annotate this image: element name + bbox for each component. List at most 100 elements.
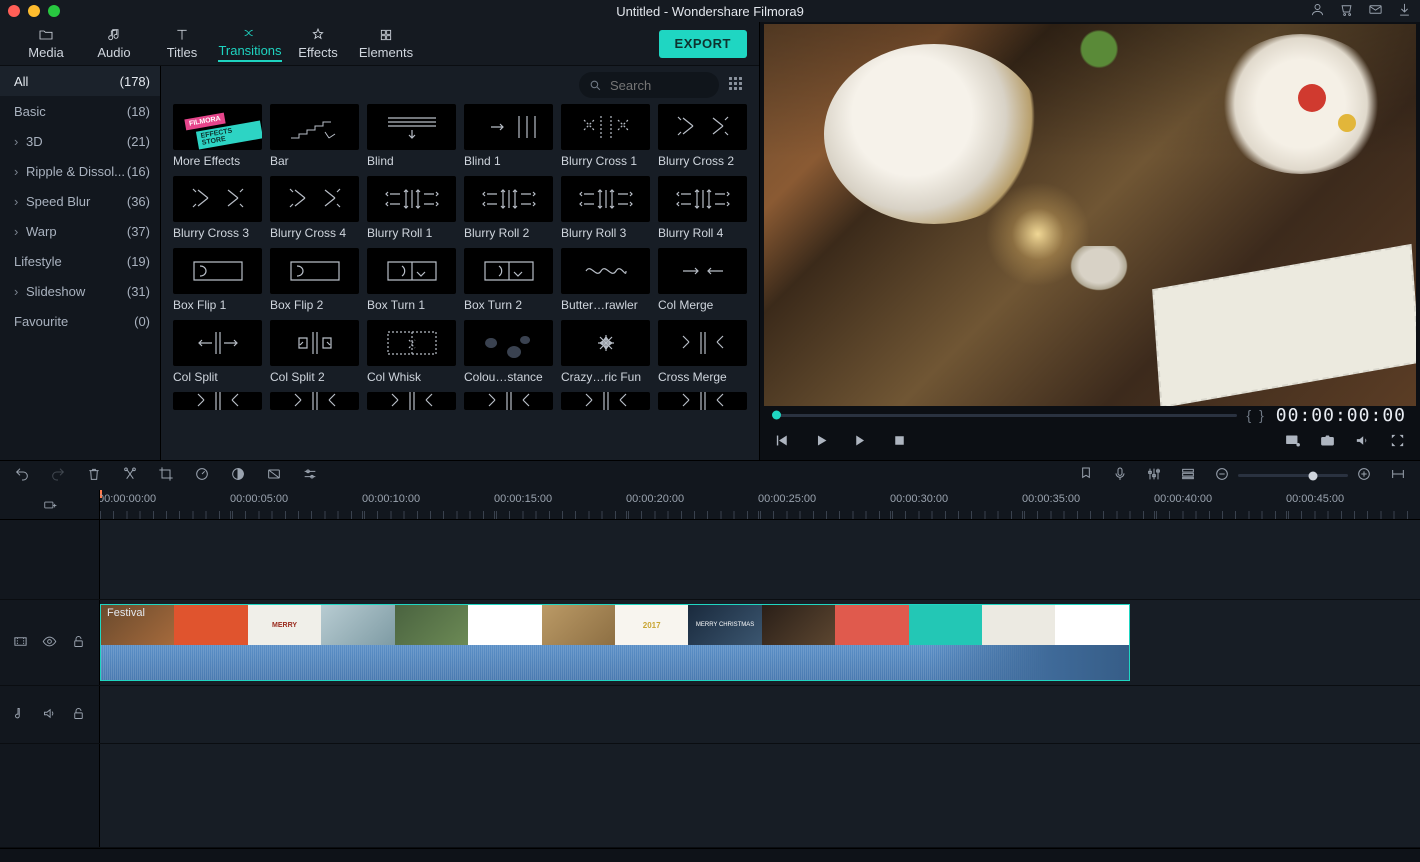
account-icon[interactable] <box>1310 2 1325 20</box>
undo-button[interactable] <box>14 466 30 485</box>
manage-tracks-button[interactable] <box>1180 466 1196 485</box>
mail-icon[interactable] <box>1368 2 1383 20</box>
download-icon[interactable] <box>1397 2 1412 20</box>
transitions-grid: FILMORAEFFECTS STOREMore EffectsBarBlind… <box>161 104 759 460</box>
preview-scrubber[interactable] <box>774 414 1237 417</box>
tab-audio[interactable]: Audio <box>80 22 148 66</box>
zoom-in-button[interactable] <box>1356 466 1372 485</box>
track-lock-toggle[interactable] <box>71 634 86 652</box>
category-item[interactable]: Lifestyle(19) <box>0 246 160 276</box>
window-title: Untitled - Wondershare Filmora9 <box>616 4 804 19</box>
add-track-button[interactable] <box>0 490 100 519</box>
stop-button[interactable] <box>891 432 908 452</box>
play-forward-button[interactable] <box>852 432 869 452</box>
category-item[interactable]: ›Speed Blur(36) <box>0 186 160 216</box>
transition-item[interactable]: Blurry Roll 2 <box>464 176 553 240</box>
fullscreen-icon[interactable] <box>1389 432 1406 452</box>
transition-item[interactable]: Box Flip 2 <box>270 248 359 312</box>
export-button[interactable]: EXPORT <box>659 30 747 58</box>
mixer-button[interactable] <box>1146 466 1162 485</box>
play-button[interactable] <box>813 432 830 452</box>
category-item[interactable]: ›Slideshow(31) <box>0 276 160 306</box>
grid-view-icon[interactable] <box>729 77 745 93</box>
timeline: 00:00:00:0000:00:05:0000:00:10:0000:00:1… <box>0 490 1420 862</box>
transition-item[interactable]: Col Split 2 <box>270 320 359 384</box>
transition-item[interactable]: Butter…rawler <box>561 248 650 312</box>
track-empty[interactable] <box>100 520 1420 599</box>
zoom-out-button[interactable] <box>1214 466 1230 485</box>
transition-item[interactable]: FILMORAEFFECTS STOREMore Effects <box>173 104 262 168</box>
transition-item[interactable]: Blurry Roll 4 <box>658 176 747 240</box>
transition-item[interactable]: Col Split <box>173 320 262 384</box>
transition-item[interactable]: Blurry Cross 3 <box>173 176 262 240</box>
cart-icon[interactable] <box>1339 2 1354 20</box>
video-clip[interactable]: Festival MERRY 2017 MERRY CHRISTMAS <box>100 604 1130 681</box>
transition-item[interactable]: Blind 1 <box>464 104 553 168</box>
speed-button[interactable] <box>194 466 210 485</box>
transition-item[interactable]: Blurry Roll 3 <box>561 176 650 240</box>
tab-effects[interactable]: Effects <box>284 22 352 66</box>
preview-panel: { } 00:00:00:00 <box>760 22 1420 460</box>
audio-track[interactable] <box>100 686 1420 743</box>
prev-frame-button[interactable] <box>774 432 791 452</box>
transition-item[interactable]: Col Whisk <box>367 320 456 384</box>
color-button[interactable] <box>230 466 246 485</box>
timeline-ruler[interactable]: 00:00:00:0000:00:05:0000:00:10:0000:00:1… <box>100 490 1420 519</box>
transition-item[interactable]: Crazy…ric Fun <box>561 320 650 384</box>
snapshot-icon[interactable] <box>1319 432 1336 452</box>
transition-item[interactable] <box>270 392 359 410</box>
category-item[interactable]: ›Warp(37) <box>0 216 160 246</box>
close-window-button[interactable] <box>8 5 20 17</box>
transition-item[interactable]: Cross Merge <box>658 320 747 384</box>
search-input-wrap[interactable] <box>579 72 719 98</box>
zoom-fit-button[interactable] <box>1390 466 1406 485</box>
zoom-slider[interactable] <box>1238 474 1348 477</box>
video-track[interactable]: Festival MERRY 2017 MERRY CHRISTMAS <box>100 600 1420 685</box>
tab-media[interactable]: Media <box>12 22 80 66</box>
track-visible-toggle[interactable] <box>42 634 57 652</box>
split-button[interactable] <box>122 466 138 485</box>
tab-transitions[interactable]: Transitions <box>216 22 284 66</box>
transition-item[interactable]: Bar <box>270 104 359 168</box>
transition-item[interactable]: Colou…stance <box>464 320 553 384</box>
transition-item[interactable] <box>173 392 262 410</box>
transition-item[interactable]: Blurry Cross 1 <box>561 104 650 168</box>
transition-item[interactable]: Blind <box>367 104 456 168</box>
transition-item[interactable] <box>464 392 553 410</box>
timeline-scrollbar[interactable] <box>0 848 1420 862</box>
transition-item[interactable]: Col Merge <box>658 248 747 312</box>
fullscreen-window-button[interactable] <box>48 5 60 17</box>
adjust-button[interactable] <box>302 466 318 485</box>
render-preview-icon[interactable] <box>1284 432 1301 452</box>
tab-elements[interactable]: Elements <box>352 22 420 66</box>
volume-icon[interactable] <box>1354 432 1371 452</box>
transition-label: Box Flip 1 <box>173 298 262 312</box>
delete-button[interactable] <box>86 466 102 485</box>
transition-item[interactable] <box>561 392 650 410</box>
category-item[interactable]: All(178) <box>0 66 160 96</box>
track-lock-toggle-audio[interactable] <box>71 706 86 724</box>
record-vo-button[interactable] <box>1112 466 1128 485</box>
category-item[interactable]: Basic(18) <box>0 96 160 126</box>
redo-button[interactable] <box>50 466 66 485</box>
tab-transitions-label: Transitions <box>218 43 281 62</box>
transition-item[interactable]: Blurry Cross 2 <box>658 104 747 168</box>
minimize-window-button[interactable] <box>28 5 40 17</box>
transition-item[interactable]: Blurry Roll 1 <box>367 176 456 240</box>
transition-item[interactable] <box>658 392 747 410</box>
preview-video[interactable] <box>764 24 1416 406</box>
marker-button[interactable] <box>1078 466 1094 485</box>
category-item[interactable]: ›3D(21) <box>0 126 160 156</box>
category-item[interactable]: ›Ripple & Dissol...(16) <box>0 156 160 186</box>
track-mute-toggle[interactable] <box>42 706 57 724</box>
category-item[interactable]: Favourite(0) <box>0 306 160 336</box>
transition-item[interactable]: Box Flip 1 <box>173 248 262 312</box>
search-input[interactable] <box>608 77 708 94</box>
transition-item[interactable]: Box Turn 1 <box>367 248 456 312</box>
greenscreen-button[interactable] <box>266 466 282 485</box>
transition-item[interactable]: Box Turn 2 <box>464 248 553 312</box>
transition-item[interactable] <box>367 392 456 410</box>
transition-item[interactable]: Blurry Cross 4 <box>270 176 359 240</box>
tab-titles[interactable]: Titles <box>148 22 216 66</box>
crop-button[interactable] <box>158 466 174 485</box>
